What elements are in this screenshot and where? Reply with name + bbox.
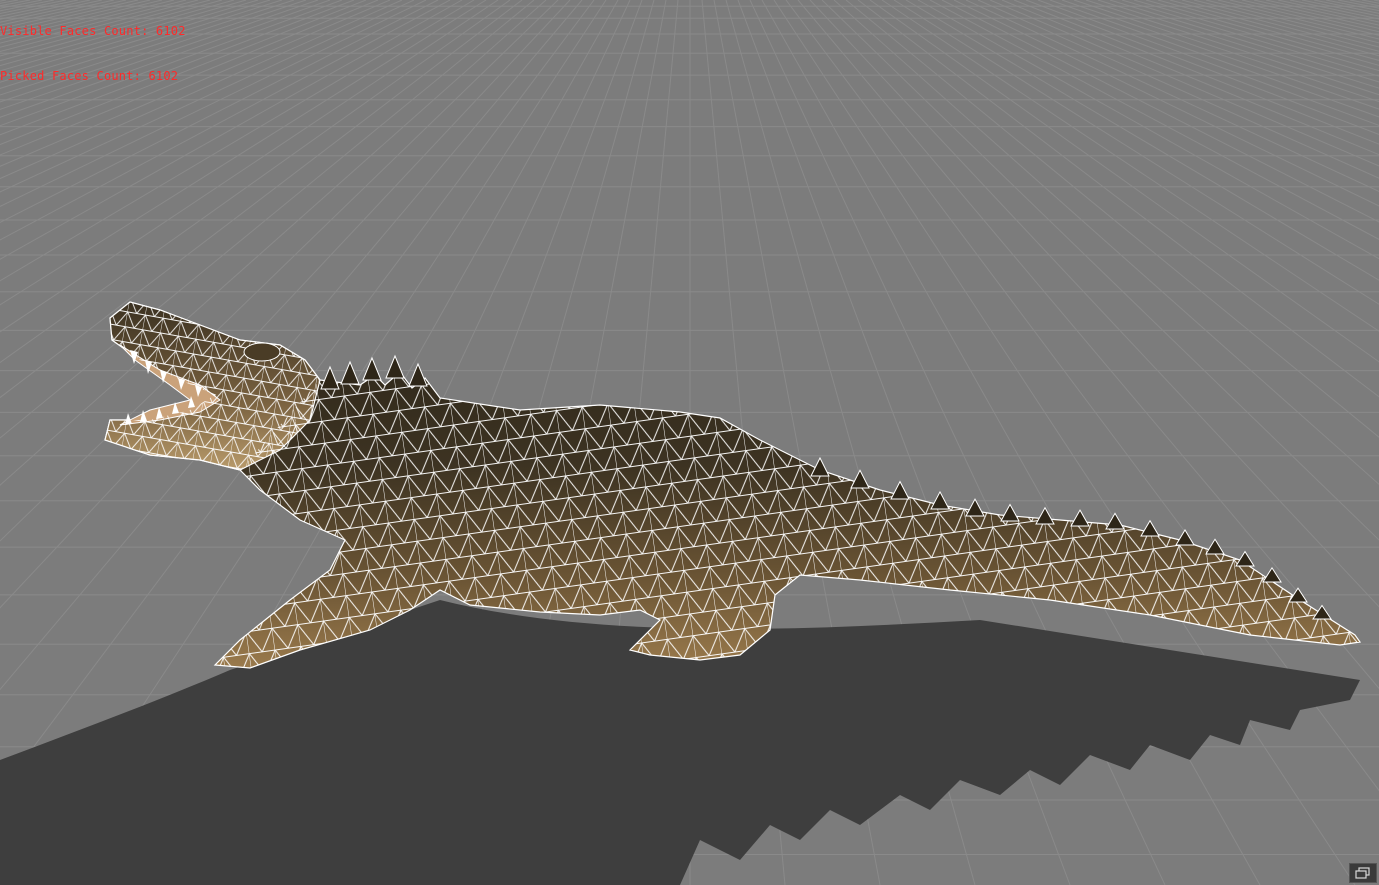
dorsal-spike [965,498,985,517]
stats-overlay: Visible Faces Count: 6102 Picked Faces C… [0,0,186,114]
dorsal-spike [1035,506,1055,525]
grid-line [1217,0,1379,40]
grid-line [1325,0,1379,12]
crocodile-eye [243,342,281,362]
grid-line [1241,0,1379,33]
grid-line [1289,0,1379,20]
grid-line [1205,0,1379,44]
dorsal-spike [362,356,382,381]
picked-faces-count: Picked Faces Count: 6102 [0,69,179,83]
dorsal-spike [1262,566,1282,583]
grid-line [1313,0,1379,14]
dorsal-spike [890,480,910,500]
visible-faces-count: Visible Faces Count: 6102 [0,24,186,38]
dorsal-spike [340,360,360,385]
grid-line [1253,0,1379,29]
dorsal-spike [1105,512,1125,530]
dorsal-spike [850,469,870,489]
grid-line [1169,0,1379,57]
grid-line [1109,0,1379,83]
restore-view-button[interactable] [1349,863,1377,883]
dorsal-spike [1175,529,1195,546]
grid-line [1277,0,1379,23]
dorsal-spike [1070,509,1090,527]
dorsal-spike [385,354,405,379]
grid-line [1301,0,1379,17]
grid-line [0,0,19,4]
restore-window-icon [1355,867,1370,879]
scene-canvas[interactable] [0,0,1379,885]
grid-line [1337,0,1379,9]
dorsal-spike [1235,550,1255,567]
crocodile-model [104,301,1362,669]
dorsal-spike [1140,519,1160,537]
grid-line [1361,0,1379,4]
grid-line [1265,0,1379,26]
3d-viewport[interactable]: Visible Faces Count: 6102 Picked Faces C… [0,0,1379,885]
dorsal-spike [1000,503,1020,522]
grid-line [1121,0,1379,77]
